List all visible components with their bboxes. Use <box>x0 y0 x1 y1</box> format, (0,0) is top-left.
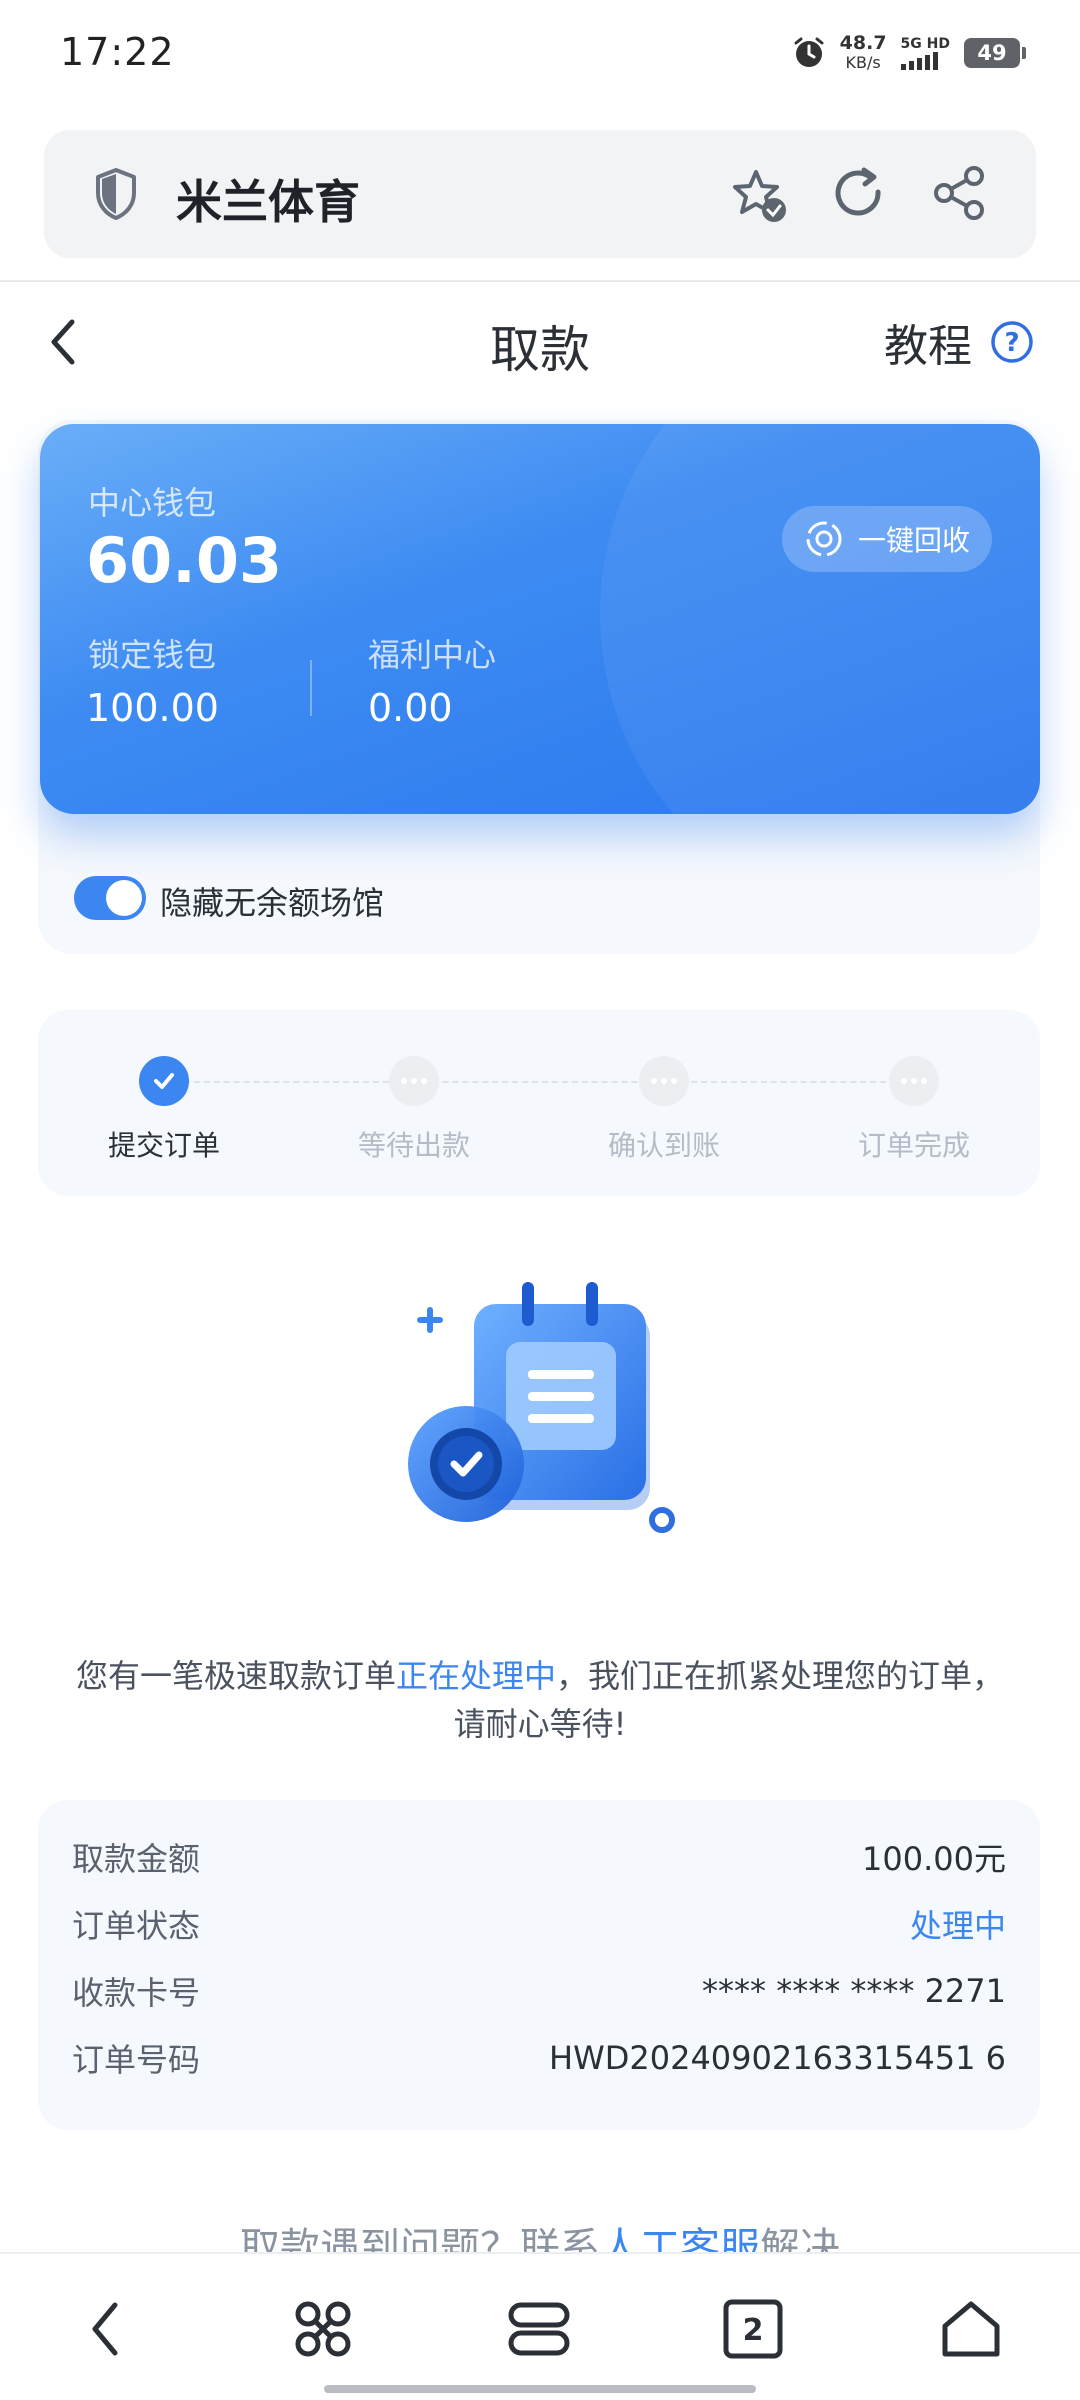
share-icon[interactable] <box>932 164 988 222</box>
signal-icon: 5G HD <box>900 35 950 70</box>
message-prefix: 您有一笔极速取款订单 <box>75 1657 396 1695</box>
wallet-card: 中心钱包 60.03 一键回收 锁定钱包 100.00 福利中心 0.00 <box>40 424 1040 814</box>
hide-empty-venues-toggle[interactable] <box>74 876 146 920</box>
order-status-value: 处理中 <box>909 1907 1006 1945</box>
favorite-star-icon[interactable] <box>730 166 790 226</box>
step-label: 等待出款 <box>357 1129 470 1162</box>
steps-connector <box>164 1081 916 1083</box>
contact-text: 取款遇到问题？联系人工客服解决 <box>240 2225 840 2252</box>
divider <box>0 280 1080 282</box>
step-label: 提交订单 <box>107 1129 220 1162</box>
menu-icon <box>508 2302 570 2356</box>
detail-row-card: 收款卡号 **** **** **** 2271 <box>72 1966 1006 2016</box>
status-time: 17:22 <box>60 30 175 74</box>
detail-value: **** **** **** 2271 <box>702 1972 1006 2010</box>
signal-label: 5G HD <box>900 35 950 52</box>
nav-home-button[interactable] <box>936 2294 1006 2364</box>
help-glyph: ? <box>1004 328 1019 358</box>
one-click-recycle-label: 一键回收 <box>858 524 971 557</box>
recycle-icon <box>806 521 842 557</box>
calendar-check-illustration <box>408 1282 675 1533</box>
detail-label: 取款金额 <box>72 1840 201 1878</box>
net-speed: 48.7 KB/s <box>839 32 887 73</box>
step-submit-order: 提交订单 <box>64 1056 264 1164</box>
detail-row-status: 订单状态 处理中 <box>72 1899 1006 1949</box>
nav-menu-button[interactable] <box>504 2294 574 2364</box>
browser-bottom-nav: 2 <box>0 2252 1080 2400</box>
home-indicator[interactable] <box>324 2385 756 2393</box>
reload-icon[interactable] <box>830 164 888 222</box>
benefit-center-label: 福利中心 <box>368 636 497 674</box>
battery-icon: 49 <box>964 38 1026 68</box>
signal-bars <box>900 51 938 70</box>
message-suffix: ，我们正在抓紧处理您的订单， <box>556 1657 1005 1695</box>
contact-support-line[interactable]: 取款遇到问题？联系人工客服解决 <box>0 2218 1080 2252</box>
home-icon <box>942 2301 1000 2357</box>
status-bar: 17:22 48.7 KB/s 5G HD 49 <box>0 0 1080 110</box>
detail-row-order-number: 订单号码 HWD20240902163315451 6 <box>72 2033 1006 2083</box>
detail-row-amount: 取款金额 100.00元 <box>72 1832 1006 1882</box>
customer-service-link[interactable]: 人工客服 <box>600 2225 760 2252</box>
detail-value: 100.00元 <box>862 1840 1006 1878</box>
net-speed-value: 48.7 <box>839 32 887 54</box>
step-label: 确认到账 <box>607 1129 720 1162</box>
step-confirm-receipt: 确认到账 <box>564 1056 764 1164</box>
step-label: 订单完成 <box>857 1129 970 1162</box>
hide-empty-venues-label: 隐藏无余额场馆 <box>160 884 385 922</box>
net-speed-unit: KB/s <box>845 53 881 72</box>
detail-value: HWD20240902163315451 6 <box>549 2039 1006 2077</box>
shield-icon[interactable] <box>92 166 140 222</box>
address-bar[interactable]: 米兰体育 <box>44 130 1036 258</box>
step-order-complete: 订单完成 <box>814 1056 1014 1164</box>
detail-label: 收款卡号 <box>72 1974 201 2012</box>
pending-dots-icon <box>889 1056 939 1106</box>
locked-wallet-label: 锁定钱包 <box>88 636 217 674</box>
contact-prefix: 取款遇到问题？联系 <box>240 2225 600 2252</box>
message-highlight: 正在处理中 <box>395 1657 556 1695</box>
processing-message: 您有一笔极速取款订单正在处理中，我们正在抓紧处理您的订单， 请耐心等待! <box>40 1652 1040 1748</box>
detail-label: 订单号码 <box>72 2041 201 2079</box>
alarm-icon <box>794 37 824 67</box>
tab-count: 2 <box>743 2313 764 2348</box>
one-click-recycle-button[interactable]: 一键回收 <box>782 506 992 572</box>
tutorial-label: 教程 <box>884 321 972 372</box>
main-wallet-balance: 60.03 <box>86 524 283 597</box>
tutorial-button[interactable]: 教程 ? <box>884 310 1034 374</box>
back-icon <box>92 2302 118 2356</box>
tabs-icon: 2 <box>723 2299 783 2359</box>
locked-wallet-balance: 100.00 <box>86 686 219 730</box>
help-icon[interactable]: ? <box>990 320 1034 364</box>
nav-back-button[interactable] <box>70 2294 140 2364</box>
pending-dots-icon <box>639 1056 689 1106</box>
contact-suffix: 解决 <box>760 2225 840 2252</box>
apps-icon <box>295 2301 351 2357</box>
wallet-divider <box>310 660 312 716</box>
check-icon <box>139 1056 189 1106</box>
step-await-payout: 等待出款 <box>314 1056 514 1164</box>
status-icons: 48.7 KB/s 5G HD 49 <box>792 32 1026 73</box>
message-line2: 请耐心等待! <box>453 1705 627 1743</box>
detail-label: 订单状态 <box>72 1907 201 1945</box>
benefit-center-balance: 0.00 <box>368 686 453 730</box>
nav-apps-button[interactable] <box>288 2294 358 2364</box>
nav-tabs-button[interactable]: 2 <box>718 2294 788 2364</box>
main-wallet-label: 中心钱包 <box>88 484 217 522</box>
pending-dots-icon <box>389 1056 439 1106</box>
site-title: 米兰体育 <box>176 175 360 229</box>
toggle-knob <box>106 880 142 916</box>
